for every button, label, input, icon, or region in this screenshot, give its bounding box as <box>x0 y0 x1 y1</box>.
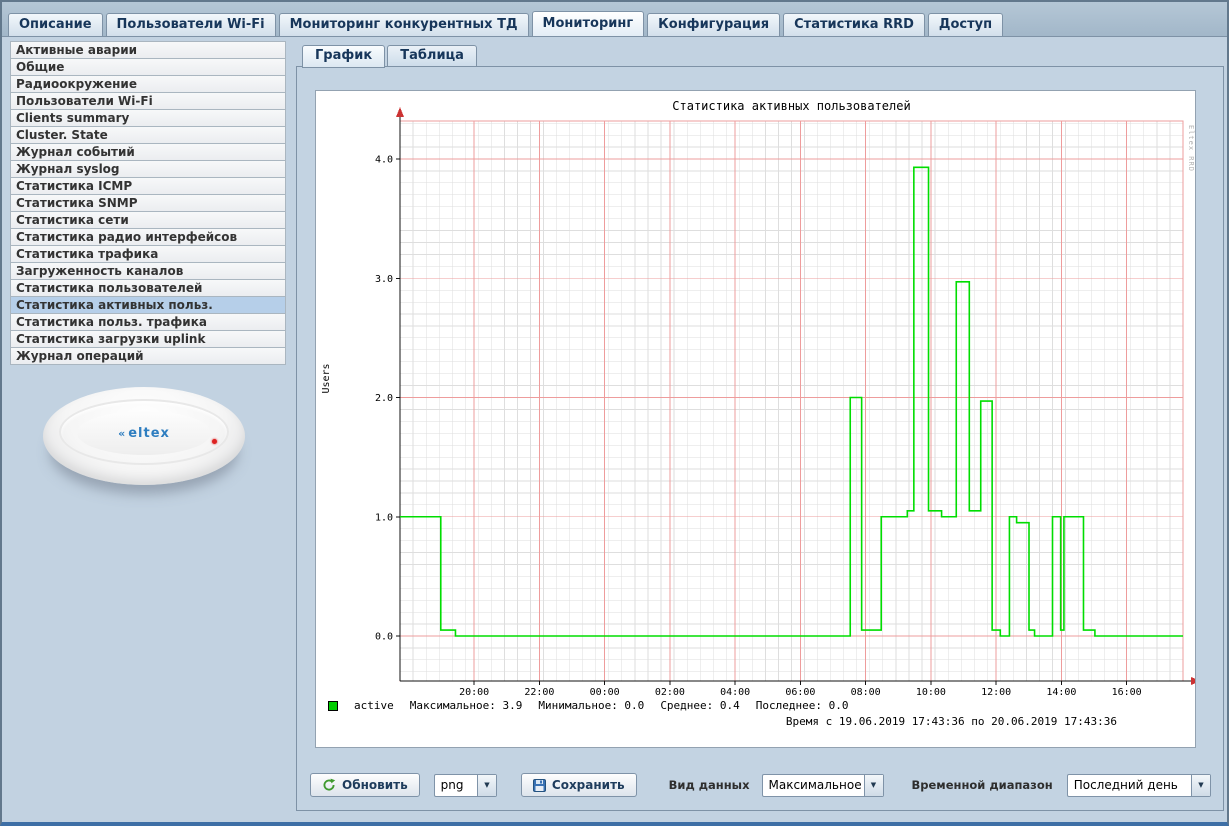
svg-text:2.0: 2.0 <box>375 393 393 404</box>
svg-text:12:00: 12:00 <box>981 687 1011 697</box>
tab-access[interactable]: Доступ <box>928 13 1003 36</box>
data-view-label: Вид данных <box>669 778 750 792</box>
sidebar-item-general[interactable]: Общие <box>10 58 286 76</box>
content-area: Активные аварии Общие Радиоокружение Пол… <box>2 36 1227 822</box>
legend-stat-avg: Среднее: 0.4 <box>660 699 739 712</box>
svg-text:06:00: 06:00 <box>785 687 815 697</box>
sidebar-item-cluster-state[interactable]: Cluster. State <box>10 126 286 144</box>
sidebar-item-snmp-stats[interactable]: Статистика SNMP <box>10 194 286 212</box>
sidebar-item-user-traffic-stats[interactable]: Статистика польз. трафика <box>10 313 286 331</box>
legend-stat-last: Последнее: 0.0 <box>756 699 849 712</box>
sidebar-item-active-users-stats[interactable]: Статистика активных польз. <box>10 296 286 314</box>
tab-graph[interactable]: График <box>302 45 385 68</box>
svg-text:10:00: 10:00 <box>916 687 946 697</box>
refresh-icon <box>322 778 336 792</box>
time-range-select-value: Последний день <box>1068 775 1191 796</box>
sidebar-item-radio-interface-stats[interactable]: Статистика радио интерфейсов <box>10 228 286 246</box>
main-tabbar: Описание Пользователи Wi-Fi Мониторинг к… <box>8 11 1003 36</box>
sidebar-item-event-log[interactable]: Журнал событий <box>10 143 286 161</box>
tab-rrd-statistics[interactable]: Статистика RRD <box>783 13 925 36</box>
sidebar-item-network-stats[interactable]: Статистика сети <box>10 211 286 229</box>
tab-wifi-users[interactable]: Пользователи Wi-Fi <box>106 13 276 36</box>
tab-table[interactable]: Таблица <box>387 45 477 67</box>
legend-series-name: active <box>354 699 394 712</box>
sidebar-item-radio-environment[interactable]: Радиоокружение <box>10 75 286 93</box>
app-window: Описание Пользователи Wi-Fi Мониторинг к… <box>0 0 1229 826</box>
legend-stat-max: Максимальное: 3.9 <box>410 699 523 712</box>
chart-time-range: Время с 19.06.2019 17:43:36 по 20.06.201… <box>316 715 1195 728</box>
format-select-value: png <box>435 775 477 796</box>
sidebar-item-traffic-stats[interactable]: Статистика трафика <box>10 245 286 263</box>
chart-legend: active Максимальное: 3.9 Минимальное: 0.… <box>328 699 1195 712</box>
sidebar-item-active-alarms[interactable]: Активные аварии <box>10 41 286 59</box>
sidebar-item-wifi-users[interactable]: Пользователи Wi-Fi <box>10 92 286 110</box>
svg-text:3.0: 3.0 <box>375 274 393 285</box>
svg-text:16:00: 16:00 <box>1112 687 1142 697</box>
tab-monitoring[interactable]: Мониторинг <box>532 11 645 36</box>
svg-text:0.0: 0.0 <box>375 632 393 643</box>
view-tabbar: График Таблица <box>302 45 477 67</box>
rrd-chart: 20:00 22:00 00:00 02:00 04:00 06:00 08:00 10:00… <box>316 91 1195 697</box>
svg-text:08:00: 08:00 <box>851 687 881 697</box>
sidebar-item-icmp-stats[interactable]: Статистика ICMP <box>10 177 286 195</box>
legend-swatch-active <box>328 701 338 711</box>
refresh-button[interactable]: Обновить <box>310 773 420 797</box>
svg-text:4.0: 4.0 <box>375 155 393 166</box>
sidebar: Активные аварии Общие Радиоокружение Пол… <box>10 41 286 523</box>
device-image: «eltex <box>10 373 286 523</box>
data-view-select-value: Максимальное <box>763 775 864 796</box>
sidebar-item-syslog[interactable]: Журнал syslog <box>10 160 286 178</box>
eltex-logo: «eltex <box>118 426 170 441</box>
chevron-down-icon[interactable]: ▼ <box>1191 775 1210 796</box>
refresh-button-label: Обновить <box>342 778 408 792</box>
format-select[interactable]: png ▼ <box>434 774 497 797</box>
time-range-label: Временной диапазон <box>912 778 1053 792</box>
save-icon <box>533 779 546 792</box>
svg-text:14:00: 14:00 <box>1046 687 1076 697</box>
chart-toolbar: Обновить png ▼ Сохранить Вид данных Макс… <box>310 771 1211 799</box>
sidebar-item-operations-log[interactable]: Журнал операций <box>10 347 286 365</box>
time-range-select[interactable]: Последний день ▼ <box>1067 774 1211 797</box>
sidebar-item-clients-summary[interactable]: Clients summary <box>10 109 286 127</box>
save-button[interactable]: Сохранить <box>521 773 637 797</box>
tab-competing-ap-monitoring[interactable]: Мониторинг конкурентных ТД <box>279 13 529 36</box>
sidebar-item-channel-load[interactable]: Загруженность каналов <box>10 262 286 280</box>
svg-text:1.0: 1.0 <box>375 512 393 523</box>
svg-text:22:00: 22:00 <box>524 687 554 697</box>
svg-text:Users: Users <box>321 363 332 393</box>
svg-text:Статистика активных пользовате: Статистика активных пользователей <box>672 99 910 113</box>
svg-text:Eltex RRD: Eltex RRD <box>1187 125 1195 172</box>
device-cap: «eltex <box>77 411 211 455</box>
monitoring-panel: 20:00 22:00 00:00 02:00 04:00 06:00 08:00 10:00… <box>296 66 1224 811</box>
top-tab-strip: Описание Пользователи Wi-Fi Мониторинг к… <box>2 2 1227 36</box>
device-led <box>212 439 217 444</box>
svg-text:00:00: 00:00 <box>590 687 620 697</box>
chevron-down-icon[interactable]: ▼ <box>864 775 883 796</box>
tab-configuration[interactable]: Конфигурация <box>647 13 780 36</box>
chart-panel: 20:00 22:00 00:00 02:00 04:00 06:00 08:00 10:00… <box>315 90 1196 748</box>
device-disc: «eltex <box>43 387 245 485</box>
data-view-select[interactable]: Максимальное ▼ <box>762 774 884 797</box>
svg-text:04:00: 04:00 <box>720 687 750 697</box>
svg-text:20:00: 20:00 <box>459 687 489 697</box>
sidebar-item-uplink-load-stats[interactable]: Статистика загрузки uplink <box>10 330 286 348</box>
svg-text:02:00: 02:00 <box>655 687 685 697</box>
save-button-label: Сохранить <box>552 778 625 792</box>
tab-description[interactable]: Описание <box>8 13 103 36</box>
legend-stat-min: Минимальное: 0.0 <box>538 699 644 712</box>
sidebar-item-user-stats[interactable]: Статистика пользователей <box>10 279 286 297</box>
chevron-down-icon[interactable]: ▼ <box>477 775 496 796</box>
